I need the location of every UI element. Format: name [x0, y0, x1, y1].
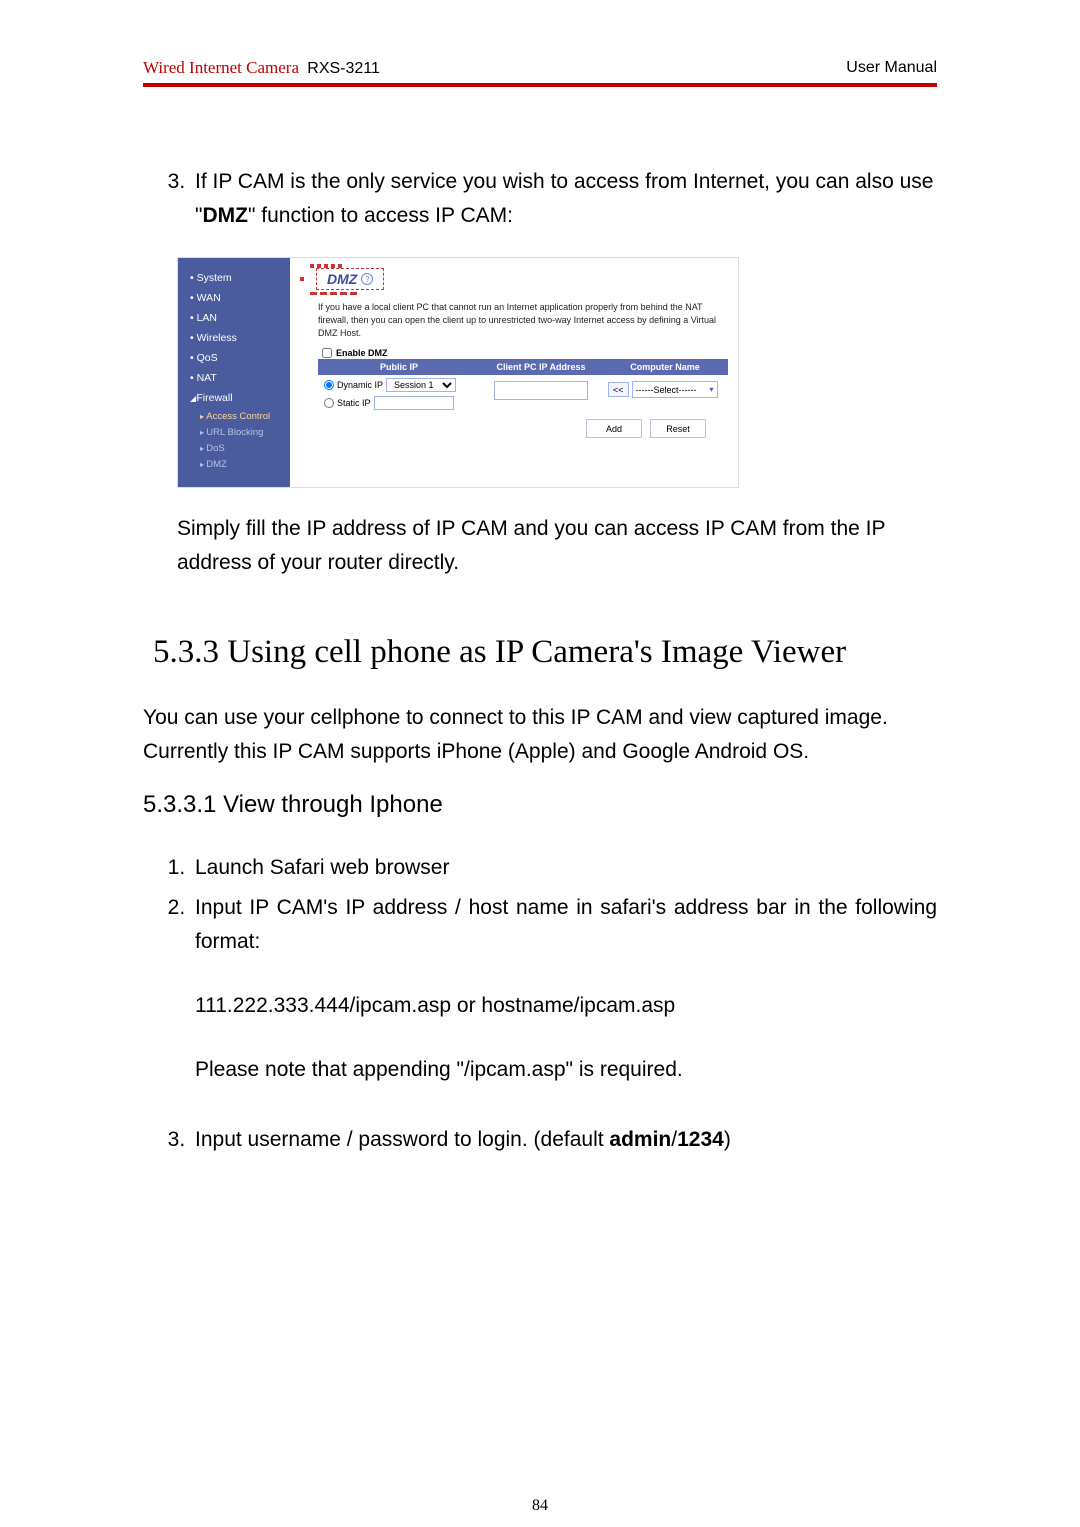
step-3-bold: DMZ	[202, 204, 248, 227]
iphone-step-2: Input IP CAM's IP address / host name in…	[191, 891, 937, 1117]
help-icon[interactable]: ?	[361, 273, 373, 285]
iphone-step-3-bold1: admin	[609, 1128, 671, 1151]
router-main: DMZ ? If you have a local client PC that…	[290, 258, 738, 487]
sidebar-sub-dmz[interactable]: DMZ	[178, 457, 290, 473]
step-list-continued: If IP CAM is the only service you wish t…	[143, 165, 937, 233]
header-title: Wired Internet Camera RXS-3211	[143, 58, 380, 79]
enable-dmz-label: Enable DMZ	[336, 348, 388, 358]
page-header: Wired Internet Camera RXS-3211 User Manu…	[143, 58, 937, 81]
iphone-step-list: Launch Safari web browser Input IP CAM's…	[143, 851, 937, 1157]
header-rule	[143, 83, 937, 87]
static-ip-radio[interactable]	[324, 398, 334, 408]
th-public-ip: Public IP	[318, 359, 480, 375]
sidebar-item-wan[interactable]: WAN	[178, 288, 290, 308]
sidebar-item-qos[interactable]: QoS	[178, 348, 290, 368]
table-row: Dynamic IP Session 1 Static IP	[318, 375, 728, 413]
sidebar-item-firewall[interactable]: Firewall	[178, 388, 290, 409]
th-client-ip: Client PC IP Address	[480, 359, 602, 375]
dynamic-ip-radio[interactable]	[324, 380, 334, 390]
header-right: User Manual	[846, 58, 937, 79]
session-select[interactable]: Session 1	[386, 378, 456, 392]
computer-name-select-text: ------Select------	[636, 385, 697, 395]
iphone-step-2-note: Please note that appending "/ipcam.asp" …	[195, 1053, 937, 1087]
static-ip-label: Static IP	[337, 398, 371, 408]
sidebar-item-wireless[interactable]: Wireless	[178, 328, 290, 348]
th-computer-name: Computer Name	[602, 359, 728, 375]
reset-button[interactable]: Reset	[650, 419, 706, 438]
iphone-step-1: Launch Safari web browser	[191, 851, 937, 885]
client-ip-input[interactable]	[494, 381, 588, 400]
iphone-step-3-bold2: 1234	[677, 1128, 724, 1151]
enable-dmz-checkbox[interactable]	[322, 348, 332, 358]
iphone-step-2-example: 111.222.333.444/ipcam.asp or hostname/ip…	[195, 989, 937, 1023]
sidebar-item-nat[interactable]: NAT	[178, 368, 290, 388]
table-header-row: Public IP Client PC IP Address Computer …	[318, 359, 728, 375]
router-sidebar: System WAN LAN Wireless QoS NAT Firewall…	[178, 258, 290, 487]
static-ip-input[interactable]	[374, 396, 454, 410]
computer-name-select[interactable]: ------Select------ ▾	[632, 381, 718, 398]
heading-5-3-3: 5.3.3 Using cell phone as IP Camera's Im…	[153, 634, 937, 671]
step-3-suffix: " function to access IP CAM:	[248, 204, 513, 227]
chevron-down-icon: ▾	[710, 385, 714, 394]
sidebar-sub-dos[interactable]: DoS	[178, 441, 290, 457]
dmz-description: If you have a local client PC that canno…	[318, 301, 728, 340]
header-model: RXS-3211	[307, 60, 380, 77]
decoration-dots-bottom	[310, 292, 728, 295]
dmz-badge: DMZ ?	[316, 268, 384, 290]
after-image-paragraph: Simply fill the IP address of IP CAM and…	[177, 512, 937, 580]
add-button[interactable]: Add	[586, 419, 642, 438]
sidebar-item-system[interactable]: System	[178, 268, 290, 288]
para-5-3-3: You can use your cellphone to connect to…	[143, 701, 937, 769]
header-title-red: Wired Internet Camera	[143, 58, 299, 77]
dynamic-ip-label: Dynamic IP	[337, 380, 383, 390]
heading-5-3-3-1: 5.3.3.1 View through Iphone	[143, 791, 937, 819]
sidebar-sub-access-control[interactable]: Access Control	[178, 409, 290, 425]
sidebar-sub-url-blocking[interactable]: URL Blocking	[178, 425, 290, 441]
enable-dmz-row: Enable DMZ	[322, 348, 728, 358]
sidebar-item-lan[interactable]: LAN	[178, 308, 290, 328]
iphone-step-3: Input username / password to login. (def…	[191, 1123, 937, 1157]
iphone-step-2-text: Input IP CAM's IP address / host name in…	[195, 896, 937, 953]
iphone-step-3-suffix: )	[724, 1128, 731, 1151]
iphone-step-3-prefix: Input username / password to login. (def…	[195, 1128, 609, 1151]
step-3: If IP CAM is the only service you wish t…	[191, 165, 937, 233]
page-number: 84	[143, 1497, 937, 1515]
assign-button[interactable]: <<	[608, 382, 629, 397]
dmz-table: Public IP Client PC IP Address Computer …	[318, 359, 728, 413]
router-screenshot: System WAN LAN Wireless QoS NAT Firewall…	[177, 257, 739, 488]
dmz-badge-text: DMZ	[327, 271, 357, 287]
